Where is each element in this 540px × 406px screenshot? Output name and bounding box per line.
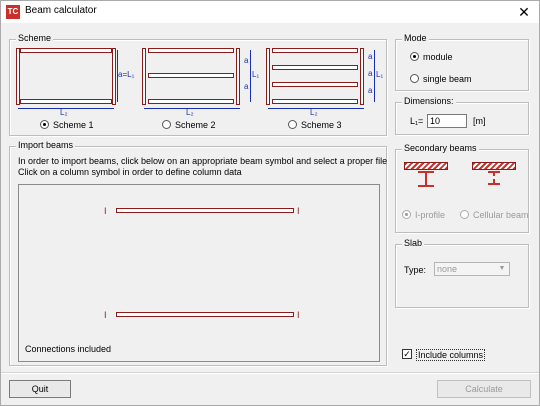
quit-button[interactable]: Quit — [9, 380, 71, 398]
scheme-1-radio[interactable]: Scheme 1 — [40, 120, 94, 130]
mode-module-label: module — [423, 52, 453, 62]
title-bar: TC Beam calculator ✕ — [1, 1, 539, 23]
scheme-3-radio[interactable]: Scheme 3 — [288, 120, 342, 130]
scheme-2-radio[interactable]: Scheme 2 — [162, 120, 216, 130]
calculate-button[interactable]: Calculate — [437, 380, 531, 398]
beam-1 — [272, 48, 358, 53]
slab-type-label: Type: — [404, 265, 427, 275]
l1-unit: [m] — [473, 116, 486, 126]
dim-a-l1: a=L₁ — [118, 70, 135, 79]
l1-label: L₁= — [410, 116, 424, 126]
dim-l1: L₁ — [376, 70, 384, 79]
radio-icon — [410, 74, 419, 83]
beam-top — [148, 48, 234, 53]
mode-legend: Mode — [402, 33, 429, 43]
scheme-1-diagram[interactable]: a=L₁ L₂ — [16, 48, 134, 117]
radio-icon — [402, 210, 411, 219]
dim-l2: L₂ — [310, 108, 318, 117]
mode-single-beam-label: single beam — [423, 74, 472, 84]
dim-a-top: a — [244, 56, 249, 65]
dim-line-vertical — [117, 50, 118, 102]
import-beam-top[interactable] — [116, 208, 294, 213]
app-logo-icon: TC — [6, 5, 20, 19]
beam-bottom — [20, 99, 112, 104]
radio-icon — [410, 52, 419, 61]
radio-icon — [162, 120, 171, 129]
mode-group: Mode module single beam — [395, 33, 529, 91]
dim-line-vertical — [374, 50, 375, 102]
slab-legend: Slab — [402, 238, 425, 248]
cellular-beam-label: Cellular beam — [473, 210, 528, 220]
secondary-beams-legend: Secondary beams — [402, 143, 479, 153]
slab-group: Slab Type: none ▼ — [395, 238, 529, 308]
beam-3 — [272, 82, 358, 87]
beam-calculator-window: TC Beam calculator ✕ Scheme a=L₁ L₂ a a … — [0, 0, 540, 406]
import-beams-legend: Import beams — [16, 140, 76, 150]
column-right — [236, 48, 240, 105]
dim-line-vertical — [250, 50, 251, 102]
dim-l2: L₂ — [60, 108, 68, 117]
dim-l1: L₁ — [252, 70, 260, 79]
import-canvas: I I I I Connections included — [18, 184, 380, 362]
column-symbol-top-right[interactable]: I — [297, 207, 305, 216]
column-symbol-bottom-right[interactable]: I — [297, 311, 305, 320]
window-title: Beam calculator — [25, 5, 97, 16]
scheme-group: Scheme a=L₁ L₂ a a L₁ L₂ a a a L₁ L₂ Sch… — [9, 33, 387, 136]
scheme-2-label: Scheme 2 — [175, 120, 216, 130]
l1-input[interactable]: 10 — [427, 114, 467, 128]
i-profile-label: I-profile — [415, 210, 446, 220]
beam-bottom — [148, 99, 234, 104]
cellular-beam-icon[interactable] — [472, 162, 516, 192]
radio-icon — [460, 210, 469, 219]
beam-top — [20, 48, 112, 53]
import-instructions-2: Click on a column symbol in order to def… — [18, 167, 242, 177]
beam-middle — [148, 73, 234, 78]
i-profile-radio[interactable]: I-profile — [402, 210, 445, 220]
scheme-legend: Scheme — [16, 33, 54, 43]
close-icon[interactable]: ✕ — [515, 3, 533, 21]
scheme-1-label: Scheme 1 — [53, 120, 94, 130]
dimensions-group: Dimensions: L₁= 10 [m] — [395, 96, 529, 135]
scheme-3-label: Scheme 3 — [301, 120, 342, 130]
column-left — [266, 48, 270, 105]
beam-4 — [272, 99, 358, 104]
radio-icon — [40, 120, 49, 129]
include-columns-label: Include columns — [416, 349, 486, 361]
chevron-down-icon: ▼ — [498, 265, 506, 272]
scheme-2-diagram[interactable]: a a L₁ L₂ — [142, 48, 260, 117]
radio-icon — [288, 120, 297, 129]
import-instructions-1: In order to import beams, click below on… — [18, 156, 388, 166]
dim-a-3: a — [368, 86, 373, 95]
beam-2 — [272, 65, 358, 70]
column-symbol-top-left[interactable]: I — [104, 207, 112, 216]
connections-included-label: Connections included — [25, 344, 112, 354]
column-left — [142, 48, 146, 105]
dim-a-bottom: a — [244, 82, 249, 91]
scheme-3-diagram[interactable]: a a a L₁ L₂ — [266, 48, 384, 117]
import-beams-group: Import beams In order to import beams, c… — [9, 140, 388, 366]
column-right — [360, 48, 364, 105]
dim-a-1: a — [368, 52, 373, 61]
slab-type-select[interactable]: none ▼ — [434, 262, 510, 276]
mode-module-radio[interactable]: module — [410, 52, 453, 62]
checkbox-icon: ✓ — [402, 349, 412, 359]
slab-type-value: none — [437, 264, 458, 274]
mode-single-beam-radio[interactable]: single beam — [410, 74, 472, 84]
cellular-beam-radio[interactable]: Cellular beam — [460, 210, 528, 220]
column-left — [16, 48, 20, 105]
footer-divider — [1, 372, 539, 373]
column-symbol-bottom-left[interactable]: I — [104, 311, 112, 320]
secondary-beams-group: Secondary beams I-profile Cellular beam — [395, 143, 529, 233]
column-right — [112, 48, 116, 105]
dimensions-legend: Dimensions: — [402, 96, 456, 106]
dim-a-2: a — [368, 69, 373, 78]
dim-l2: L₂ — [186, 108, 194, 117]
import-beam-bottom[interactable] — [116, 312, 294, 317]
i-profile-icon[interactable] — [404, 162, 448, 192]
